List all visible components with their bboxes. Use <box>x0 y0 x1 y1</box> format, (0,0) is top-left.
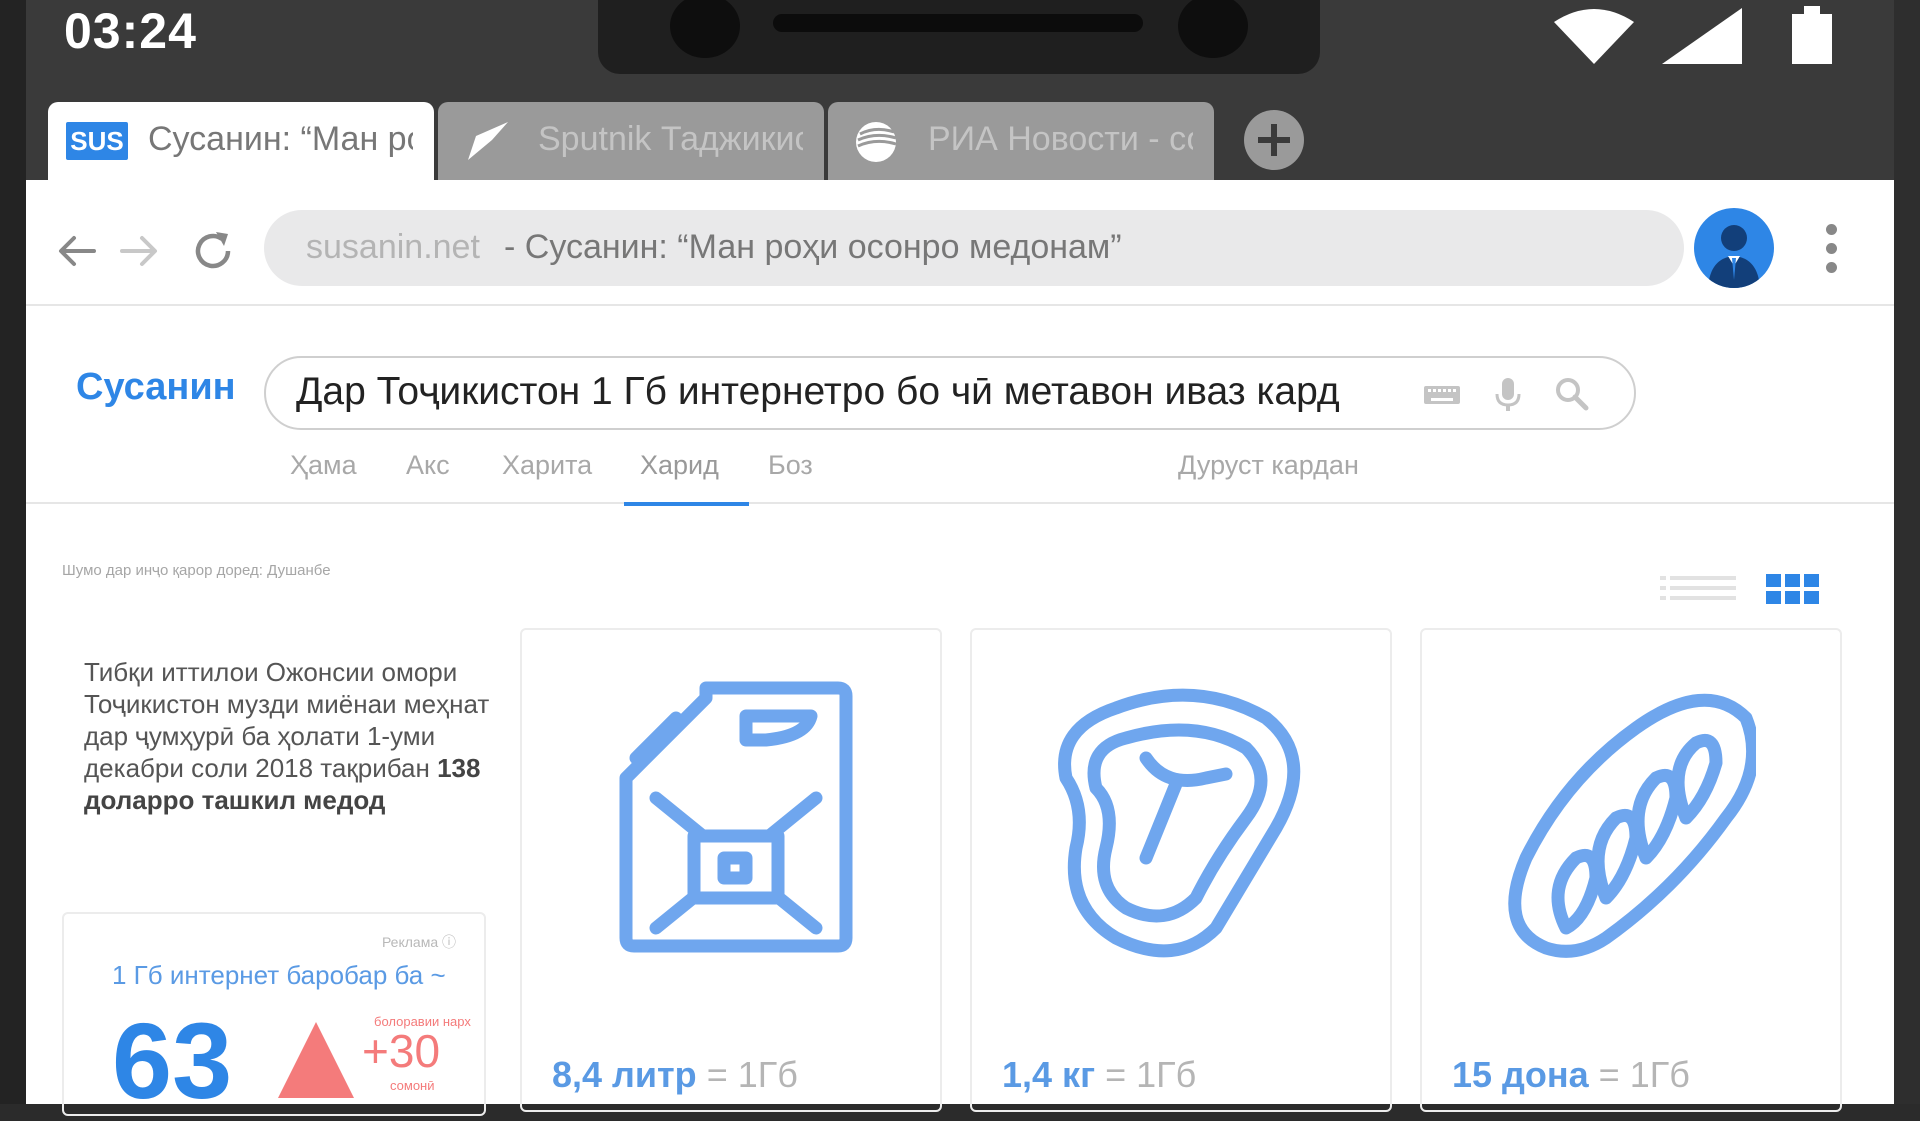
svg-text:SUS: SUS <box>70 126 123 156</box>
tab-ria[interactable]: РИА Новости - события <box>828 102 1214 180</box>
forward-icon[interactable] <box>116 228 162 274</box>
product-card-fuel[interactable]: 8,4 литр = 1Гб <box>520 628 942 1112</box>
camera-icon <box>670 0 740 58</box>
ad-value: 63 <box>112 1000 233 1121</box>
bread-icon <box>1508 693 1756 958</box>
product-price: 15 дона = 1Гб <box>1452 1054 1690 1095</box>
sputnik-favicon-icon <box>468 122 508 160</box>
tab-images[interactable]: Акс <box>406 450 450 481</box>
tab-title: Sputnik Таджикистан <box>538 120 803 158</box>
susanin-favicon-icon: SUS <box>66 122 128 160</box>
ad-currency: сомонӣ <box>390 1078 435 1093</box>
signal-icon <box>1662 8 1742 64</box>
device-bezel-left <box>0 0 26 1104</box>
product-price: 8,4 литр = 1Гб <box>552 1054 798 1095</box>
jerrycan-icon <box>619 681 853 953</box>
search-input[interactable]: Дар Тоҷикистон 1 Гб интернетро бо чӣ мет… <box>264 356 1636 430</box>
ad-headline: 1 Гб интернет баробар ба ~ <box>112 960 446 990</box>
tab-title: Сусанин: “Ман рохи осонро медонам” <box>148 120 413 158</box>
browser-toolbar: susanin.net - Сусанин: “Ман роҳи осонро … <box>26 180 1894 306</box>
location-notice: Шумо дар инҷо қарор доред: Душанбе <box>62 562 331 579</box>
speaker-grille <box>773 14 1143 32</box>
search-query: Дар Тоҷикистон 1 Гб интернетро бо чӣ мет… <box>296 370 1340 413</box>
reload-icon[interactable] <box>190 228 236 274</box>
list-view-icon[interactable] <box>1660 570 1740 610</box>
device-notch <box>598 0 1320 74</box>
ad-change: +30 <box>362 1025 441 1077</box>
device-bezel-right <box>1894 0 1920 1104</box>
keyboard-icon[interactable] <box>1422 376 1462 412</box>
salary-info: Тибқи иттилои Ожонсии омори Тоҷикистон м… <box>84 656 494 816</box>
tab-all[interactable]: Ҳама <box>290 450 357 481</box>
user-icon <box>1708 225 1760 288</box>
tab-more[interactable]: Боз <box>768 450 813 481</box>
ad-label: Реклама ⓘ <box>381 934 456 950</box>
tab-title: РИА Новости - события <box>928 120 1193 158</box>
browser-viewport: susanin.net - Сусанин: “Ман роҳи осонро … <box>26 180 1894 1116</box>
battery-icon <box>1792 6 1832 64</box>
search-nav-tabs: Ҳама Акс Харита Харид Боз Дуруст кардан <box>26 450 1894 506</box>
price-up-triangle-icon <box>278 1022 354 1098</box>
microphone-icon[interactable] <box>1490 376 1526 412</box>
status-icons <box>1554 6 1832 64</box>
wifi-icon <box>1554 9 1634 64</box>
new-tab-button[interactable] <box>1244 110 1304 170</box>
grid-view-icon[interactable] <box>1762 570 1822 610</box>
tab-sputnik[interactable]: Sputnik Таджикистан <box>438 102 824 180</box>
back-icon[interactable] <box>54 228 100 274</box>
url-page-title: - Сусанин: “Ман роҳи осонро медонам” <box>504 228 1122 266</box>
settings-link[interactable]: Дуруст кардан <box>1178 450 1359 481</box>
search-icon[interactable] <box>1554 376 1590 412</box>
tab-maps[interactable]: Харита <box>502 450 592 481</box>
menu-kebab-icon[interactable] <box>1826 224 1838 274</box>
ria-favicon-icon <box>856 122 897 162</box>
tab-shopping[interactable]: Харид <box>624 450 749 506</box>
site-logo[interactable]: Сусанин <box>76 366 236 409</box>
tab-susanin[interactable]: SUS Сусанин: “Ман рохи осонро медонам” <box>48 102 434 180</box>
salary-info-text: Тибқи иттилои Ожонсии омори Тоҷикистон м… <box>84 657 490 783</box>
sensor-icon <box>1178 0 1248 58</box>
status-time: 03:24 <box>64 3 197 59</box>
product-price: 1,4 кг = 1Гб <box>1002 1054 1197 1095</box>
steak-icon <box>1058 688 1301 958</box>
product-card-bread[interactable]: 15 дона = 1Гб <box>1420 628 1842 1112</box>
product-card-meat[interactable]: 1,4 кг = 1Гб <box>970 628 1392 1112</box>
address-bar[interactable]: susanin.net - Сусанин: “Ман роҳи осонро … <box>264 210 1684 286</box>
url-host: susanin.net <box>306 228 480 266</box>
ad-card[interactable]: Реклама ⓘ 1 Гб интернет баробар ба ~ 63 … <box>62 912 486 1116</box>
profile-avatar[interactable] <box>1694 208 1774 288</box>
